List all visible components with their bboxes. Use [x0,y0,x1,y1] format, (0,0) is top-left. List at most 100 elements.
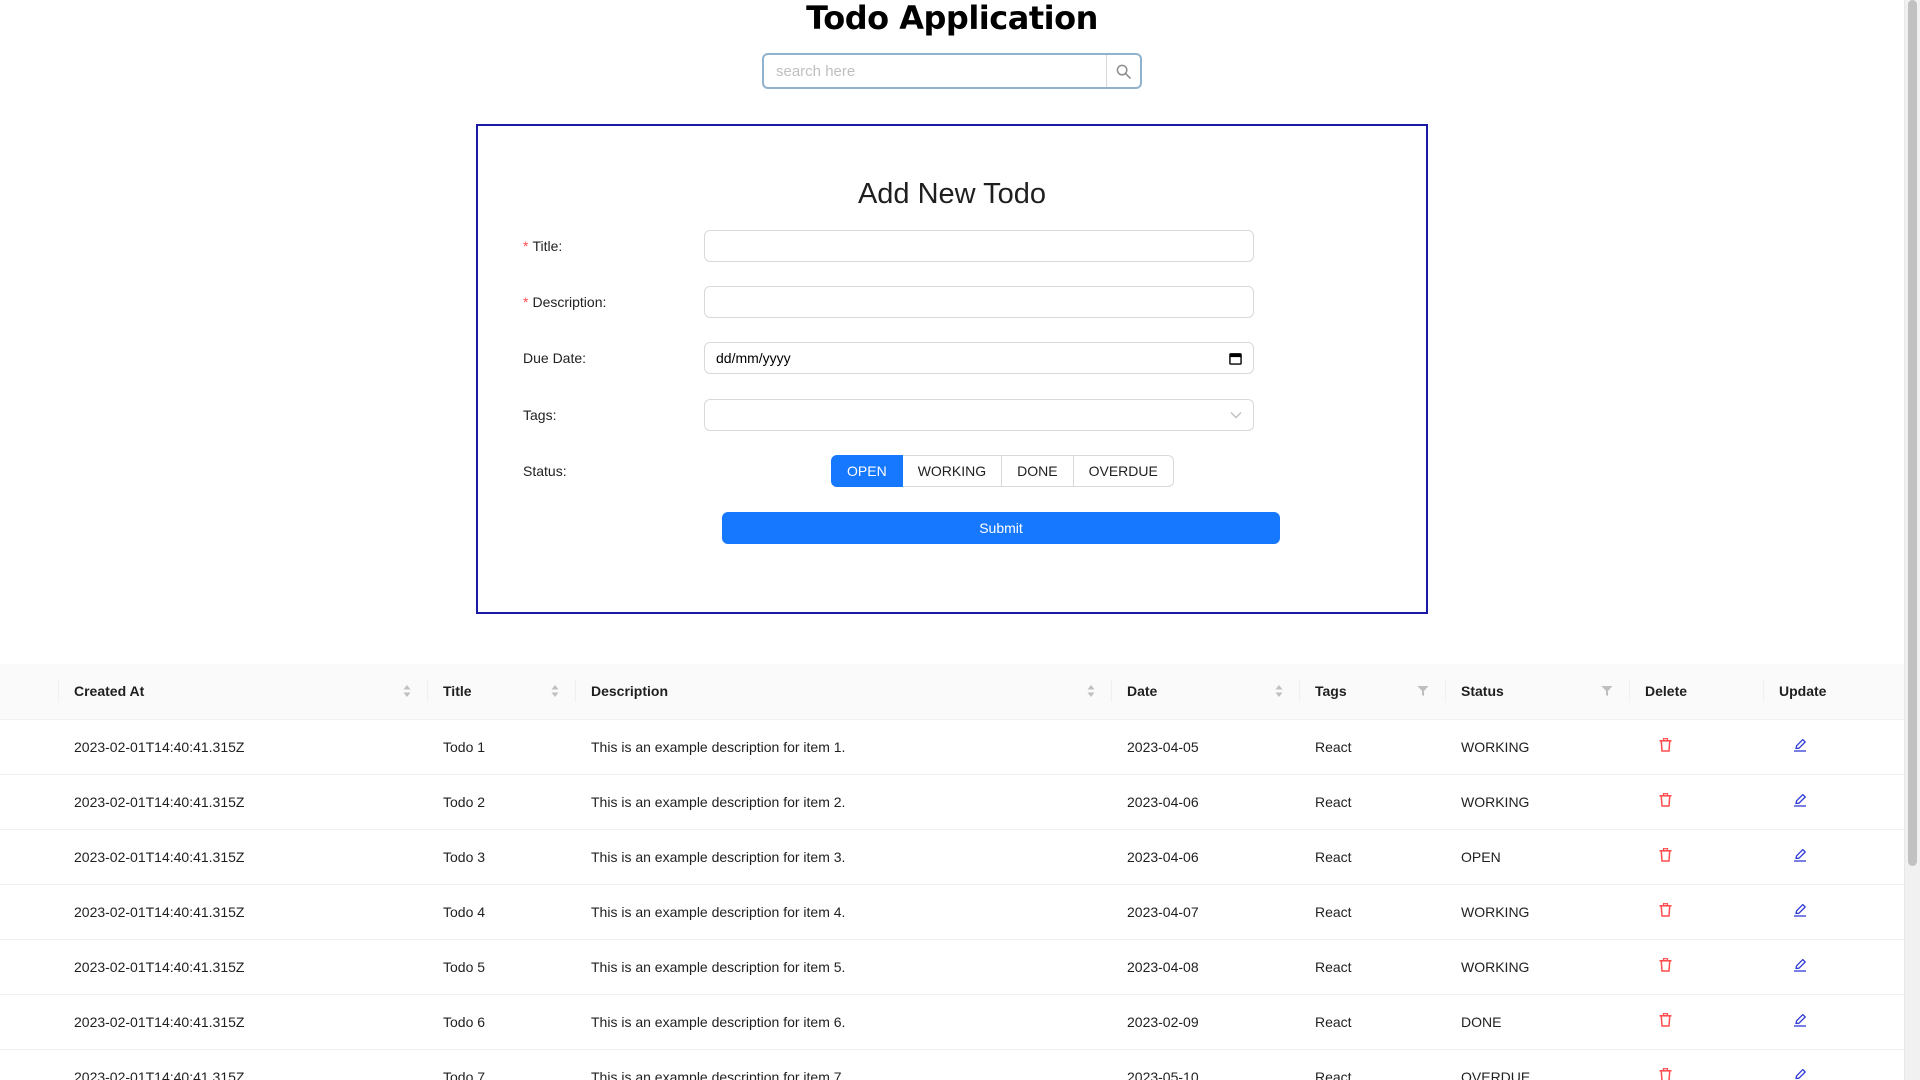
edit-icon[interactable] [1793,738,1807,752]
sort-icon[interactable] [1275,684,1283,698]
cell-delete [1629,884,1763,940]
table-header-row: Created At Title Description Date Tags S… [0,664,1904,720]
cell-date: 2023-04-06 [1111,829,1299,885]
cell-tags: React [1299,719,1445,775]
cell-tags: React [1299,829,1445,885]
filter-icon[interactable] [1417,685,1429,697]
title-label-text: Title [532,238,559,254]
app-viewport: Todo Application Add New Todo *Title: *D… [0,0,1920,1080]
cell-update [1763,884,1904,940]
tags-label-text: Tags [523,407,553,423]
trash-icon[interactable] [1659,793,1672,807]
table-row: 2023-02-01T14:40:41.315Z Todo 6 This is an… [0,994,1904,1050]
cell-tags: React [1299,1049,1445,1080]
row-spacer [0,719,58,775]
description-label-text: Description [532,294,603,310]
calendar-icon[interactable] [1229,352,1242,365]
edit-icon[interactable] [1793,793,1807,807]
cell-description: This is an example description for item … [575,774,1111,830]
chevron-down-icon [1230,411,1242,419]
row-spacer [0,939,58,995]
tags-select[interactable] [704,399,1254,431]
trash-icon[interactable] [1659,1013,1672,1027]
trash-icon[interactable] [1659,848,1672,862]
column-title[interactable]: Title [427,664,575,720]
cell-tags: React [1299,884,1445,940]
trash-icon[interactable] [1659,958,1672,972]
row-spacer [0,1049,58,1080]
trash-icon[interactable] [1659,903,1672,917]
app-title: Todo Application [806,0,1098,37]
edit-icon[interactable] [1793,1013,1807,1027]
column-created-at[interactable]: Created At [58,664,427,720]
cell-created-at: 2023-02-01T14:40:41.315Z [58,1049,427,1080]
filter-icon[interactable] [1601,685,1613,697]
cell-description: This is an example description for item … [575,994,1111,1050]
title-input[interactable] [704,230,1254,262]
row-spacer [0,884,58,940]
cell-status: WORKING [1445,939,1629,995]
search-input[interactable] [764,55,1106,87]
column-tags-label: Tags [1315,683,1347,700]
column-date[interactable]: Date [1111,664,1299,720]
edit-icon[interactable] [1793,958,1807,972]
form-heading: Add New Todo [857,178,1047,210]
cell-date: 2023-04-05 [1111,719,1299,775]
due-date-label: Due Date: [523,350,587,366]
search-icon [1116,64,1131,79]
due-date-input[interactable]: dd/mm/yyyy [704,342,1254,374]
column-tags[interactable]: Tags [1299,664,1445,720]
cell-update [1763,1049,1904,1080]
column-date-label: Date [1127,683,1158,700]
cell-title: Todo 1 [427,719,575,775]
column-description[interactable]: Description [575,664,1111,720]
cell-update [1763,994,1904,1050]
title-label: * Title: [523,238,563,254]
cell-date: 2023-05-10 [1111,1049,1299,1080]
trash-icon[interactable] [1659,1068,1672,1080]
cell-description: This is an example description for item … [575,829,1111,885]
edit-icon[interactable] [1793,903,1807,917]
submit-button[interactable]: Submit [722,512,1280,544]
cell-delete [1629,1049,1763,1080]
sort-icon[interactable] [403,684,411,698]
sort-icon[interactable] [1087,684,1095,698]
cell-status: OVERDUE [1445,1049,1629,1080]
cell-created-at: 2023-02-01T14:40:41.315Z [58,774,427,830]
table-row: 2023-02-01T14:40:41.315Z Todo 1 This is an… [0,719,1904,775]
cell-date: 2023-02-09 [1111,994,1299,1050]
description-input[interactable] [704,286,1254,318]
column-status[interactable]: Status [1445,664,1629,720]
column-title-label: Title [443,683,472,700]
header-spacer [0,664,58,720]
sort-icon[interactable] [551,684,559,698]
cell-description: This is an example description for item … [575,1049,1111,1080]
status-option-overdue[interactable]: OVERDUE [1072,455,1174,487]
table-body: 2023-02-01T14:40:41.315Z Todo 1 This is an… [0,719,1904,1080]
cell-title: Todo 2 [427,774,575,830]
cell-delete [1629,994,1763,1050]
page-scrollbar[interactable] [1904,0,1920,1080]
cell-created-at: 2023-02-01T14:40:41.315Z [58,939,427,995]
cell-delete [1629,719,1763,775]
cell-created-at: 2023-02-01T14:40:41.315Z [58,719,427,775]
cell-delete [1629,829,1763,885]
table-row: 2023-02-01T14:40:41.315Z Todo 7 This is an… [0,1049,1904,1080]
edit-icon[interactable] [1793,848,1807,862]
status-option-working[interactable]: WORKING [901,455,1003,487]
cell-date: 2023-04-08 [1111,939,1299,995]
required-marker: * [523,294,529,310]
status-option-open[interactable]: OPEN [831,455,903,487]
search-button[interactable] [1106,55,1140,87]
cell-title: Todo 3 [427,829,575,885]
cell-status: WORKING [1445,774,1629,830]
edit-icon[interactable] [1793,1068,1807,1080]
trash-icon[interactable] [1659,738,1672,752]
cell-delete [1629,774,1763,830]
column-delete: Delete [1629,664,1763,720]
cell-status: OPEN [1445,829,1629,885]
scrollbar-thumb[interactable] [1908,0,1917,866]
cell-title: Todo 6 [427,994,575,1050]
status-option-done[interactable]: DONE [1001,455,1074,487]
cell-status: DONE [1445,994,1629,1050]
